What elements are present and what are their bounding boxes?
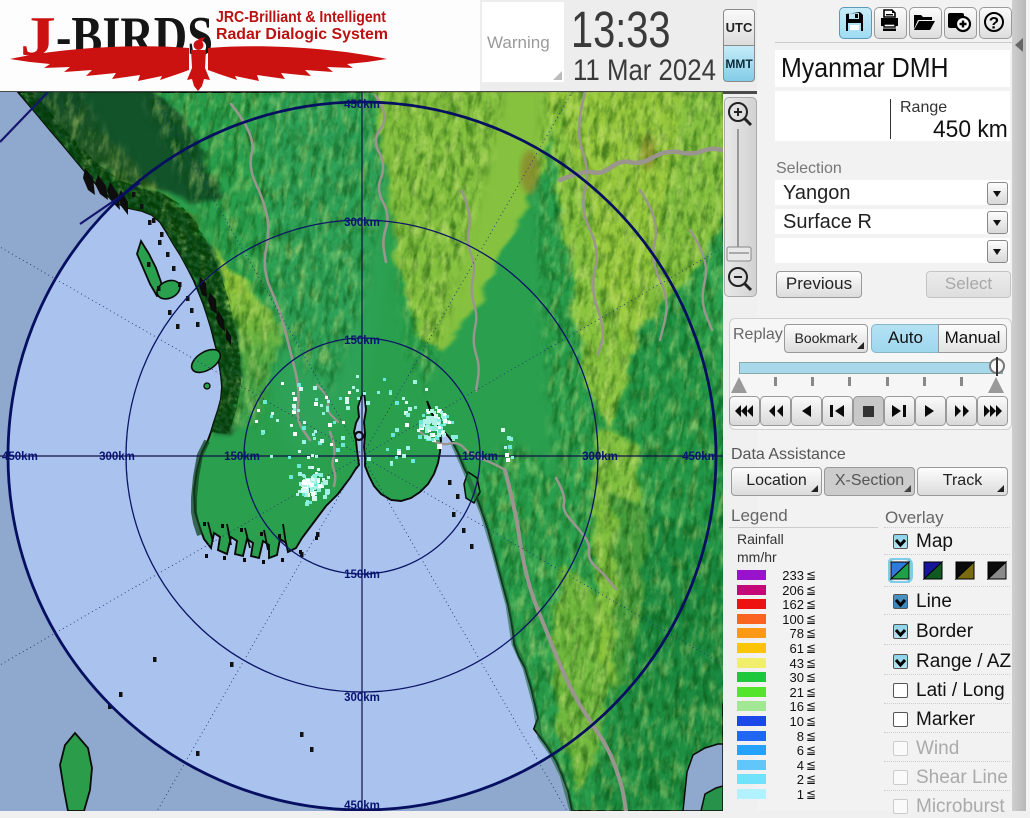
svg-text:450km: 450km xyxy=(344,800,380,811)
svg-text:450km: 450km xyxy=(2,451,38,463)
svg-text:Radar Dialogic System: Radar Dialogic System xyxy=(216,26,388,43)
svg-text:?: ? xyxy=(989,14,999,33)
svg-text:JRC-Brilliant & Intelligent: JRC-Brilliant & Intelligent xyxy=(216,9,386,26)
svg-text:300km: 300km xyxy=(344,217,380,229)
svg-text:150km: 150km xyxy=(344,335,380,347)
svg-text:450km: 450km xyxy=(682,451,718,463)
svg-text:450km: 450km xyxy=(344,99,380,111)
svg-text:300km: 300km xyxy=(344,692,380,704)
svg-text:300km: 300km xyxy=(582,451,618,463)
svg-text:300km: 300km xyxy=(99,451,135,463)
svg-text:150km: 150km xyxy=(344,569,380,581)
svg-text:150km: 150km xyxy=(462,451,498,463)
svg-text:150km: 150km xyxy=(224,451,260,463)
